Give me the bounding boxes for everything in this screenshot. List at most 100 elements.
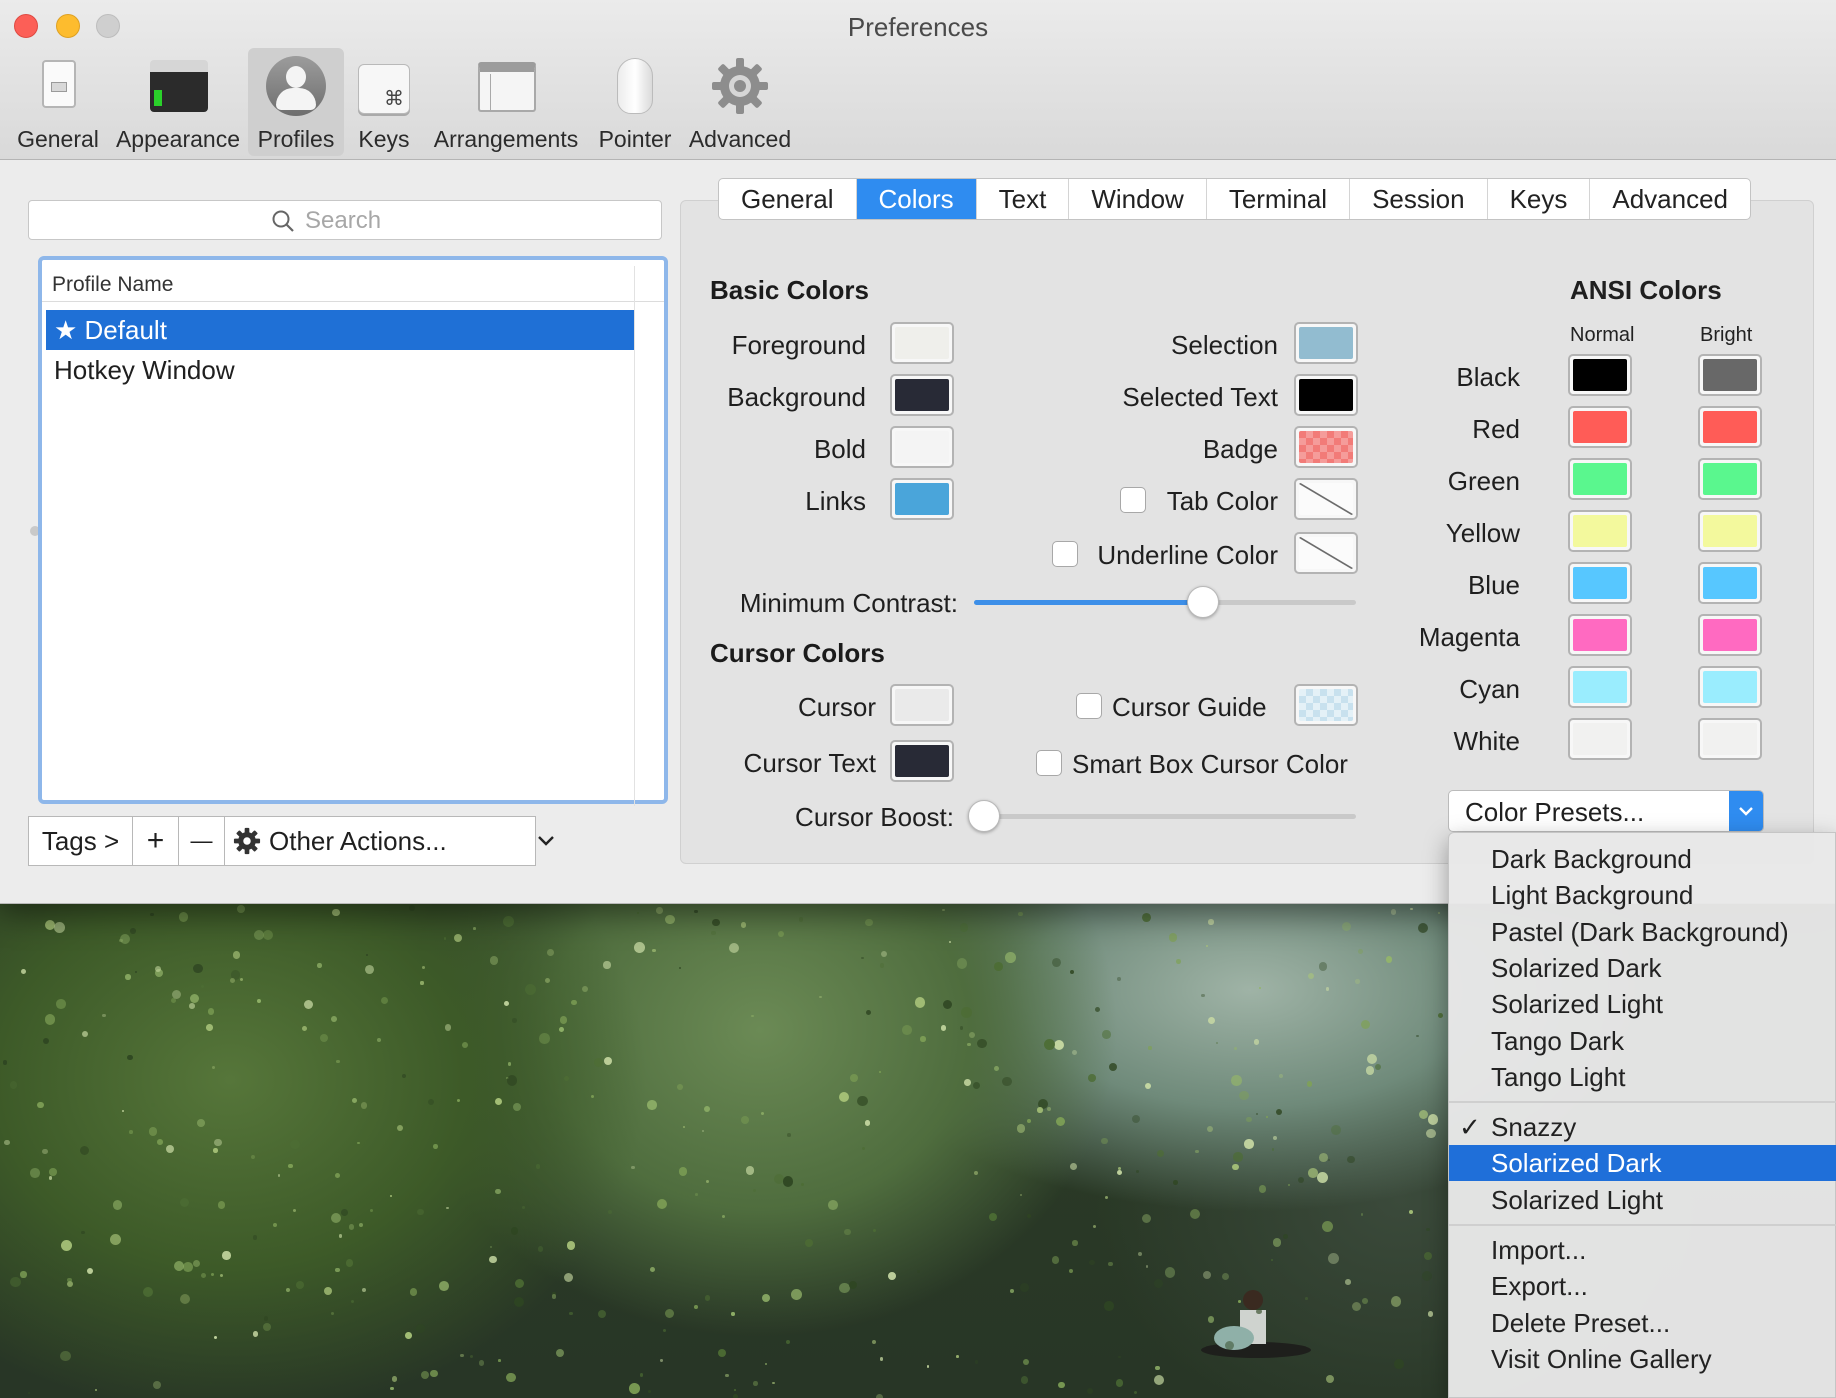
tab-text[interactable]: Text (977, 179, 1070, 219)
ansi-yellow-bright-color-well[interactable] (1698, 510, 1762, 552)
ansi-yellow-label: Yellow (1445, 518, 1520, 548)
toolbar-pointer[interactable]: Pointer (594, 48, 676, 156)
basic-colors-heading: Basic Colors (710, 275, 869, 305)
tab-color-well[interactable] (1294, 478, 1358, 520)
badge-color-well[interactable] (1294, 426, 1358, 468)
selected-text-color-well[interactable] (1294, 374, 1358, 416)
ansi-white-bright-color-well[interactable] (1698, 718, 1762, 760)
ansi-magenta-label: Magenta (1418, 622, 1520, 652)
preset-item-tango-light[interactable]: Tango Light (1449, 1059, 1836, 1095)
ansi-black-label: Black (1456, 362, 1520, 392)
smart-box-cursor-label: Smart Box Cursor Color (1072, 749, 1348, 779)
remove-profile-button[interactable]: — (179, 817, 225, 865)
tab-keys[interactable]: Keys (1488, 179, 1591, 219)
selection-label: Selection (1171, 330, 1278, 360)
color-presets-menu: Dark Background Light Background Pastel (D… (1448, 832, 1836, 1398)
ansi-white-normal-color-well[interactable] (1568, 718, 1632, 760)
cursor-text-color-well[interactable] (890, 740, 954, 782)
ansi-blue-normal-color-well[interactable] (1568, 562, 1632, 604)
ansi-blue-bright-color-well[interactable] (1698, 562, 1762, 604)
bold-color-well[interactable] (890, 426, 954, 468)
cursor-color-well[interactable] (890, 684, 954, 726)
preset-item-solarized-light[interactable]: Solarized Light (1449, 986, 1836, 1022)
cursor-boost-knob[interactable] (968, 800, 1000, 832)
minimum-contrast-slider[interactable] (974, 600, 1356, 605)
links-color-well[interactable] (890, 478, 954, 520)
profile-list[interactable]: Profile Name ★ Default Hotkey Window (38, 256, 668, 806)
ansi-red-normal-color-well[interactable] (1568, 406, 1632, 448)
cursor-guide-color-well[interactable] (1294, 684, 1358, 726)
person-icon (266, 56, 326, 118)
other-actions-dropdown[interactable]: Other Actions... (225, 817, 554, 865)
cursor-guide-checkbox[interactable] (1076, 693, 1102, 719)
underline-color-well[interactable] (1294, 532, 1358, 574)
background-color-well[interactable] (890, 374, 954, 416)
custom-preset-item-solarized-dark[interactable]: Solarized Dark (1449, 1145, 1836, 1182)
tab-window[interactable]: Window (1069, 179, 1207, 219)
tab-session[interactable]: Session (1350, 179, 1488, 219)
toolbar-arrangements[interactable]: Arrangements (430, 48, 582, 156)
ansi-magenta-normal-color-well[interactable] (1568, 614, 1632, 656)
preset-item-light-background[interactable]: Light Background (1449, 877, 1836, 913)
profile-row-default[interactable]: ★ Default (46, 310, 634, 350)
menu-item-import[interactable]: Import... (1449, 1232, 1836, 1268)
checkmark-icon: ✓ (1459, 1112, 1481, 1143)
menu-separator (1449, 1224, 1836, 1226)
links-label: Links (805, 486, 866, 516)
cursor-boost-label: Cursor Boost: (795, 802, 954, 832)
toolbar-general[interactable]: General (6, 48, 110, 156)
ansi-green-bright-color-well[interactable] (1698, 458, 1762, 500)
tab-terminal[interactable]: Terminal (1207, 179, 1351, 219)
toolbar-profiles[interactable]: Profiles (248, 48, 344, 156)
search-placeholder: Search (305, 207, 382, 234)
ansi-yellow-normal-color-well[interactable] (1568, 510, 1632, 552)
ansi-black-bright-color-well[interactable] (1698, 354, 1762, 396)
preset-item-dark-background[interactable]: Dark Background (1449, 841, 1836, 877)
tags-button[interactable]: Tags > (29, 817, 133, 865)
custom-preset-item-solarized-light[interactable]: Solarized Light (1449, 1182, 1836, 1218)
ansi-cyan-bright-color-well[interactable] (1698, 666, 1762, 708)
underline-color-checkbox[interactable] (1052, 541, 1078, 567)
windows-icon (476, 56, 536, 118)
ansi-black-normal-color-well[interactable] (1568, 354, 1632, 396)
ansi-red-bright-color-well[interactable] (1698, 406, 1762, 448)
selection-color-well[interactable] (1294, 322, 1358, 364)
foreground-color-well[interactable] (890, 322, 954, 364)
tab-color-checkbox[interactable] (1120, 487, 1146, 513)
ansi-white-label: White (1453, 726, 1520, 756)
smart-box-cursor-checkbox[interactable] (1036, 750, 1062, 776)
profile-actions-bar: Tags > + — Other Actions... (28, 816, 554, 866)
profile-row-hotkey-window[interactable]: Hotkey Window (46, 350, 634, 390)
cursor-boost-slider[interactable] (984, 814, 1356, 819)
bold-label: Bold (813, 434, 866, 464)
menu-item-visit-online-gallery[interactable]: Visit Online Gallery (1449, 1341, 1836, 1377)
cursor-text-label: Cursor Text (743, 748, 876, 778)
chevron-down-icon (538, 836, 554, 846)
preset-item-solarized-dark[interactable]: Solarized Dark (1449, 950, 1836, 986)
ansi-red-label: Red (1472, 414, 1520, 444)
add-profile-button[interactable]: + (133, 817, 179, 865)
ansi-green-normal-color-well[interactable] (1568, 458, 1632, 500)
preset-item-tango-dark[interactable]: Tango Dark (1449, 1023, 1836, 1059)
menu-item-delete-preset[interactable]: Delete Preset... (1449, 1305, 1836, 1341)
toolbar-advanced[interactable]: Advanced (686, 48, 794, 156)
mouse-icon (605, 56, 665, 118)
color-presets-dropdown[interactable]: Color Presets... (1448, 790, 1764, 832)
cursor-label: Cursor (797, 692, 876, 722)
ansi-cyan-normal-color-well[interactable] (1568, 666, 1632, 708)
menu-separator (1449, 1101, 1836, 1104)
toolbar-keys[interactable]: ⌘ Keys (352, 48, 416, 156)
titlebar: Preferences General Appearance Profiles (0, 0, 1836, 160)
profile-search-input[interactable]: Search (28, 200, 662, 240)
ansi-magenta-bright-color-well[interactable] (1698, 614, 1762, 656)
tab-advanced[interactable]: Advanced (1590, 179, 1750, 219)
tab-general[interactable]: General (719, 179, 857, 219)
toolbar-appearance[interactable]: Appearance (110, 48, 246, 156)
preset-item-pastel-dark-background[interactable]: Pastel (Dark Background) (1449, 914, 1836, 950)
custom-preset-item-snazzy[interactable]: ✓ Snazzy (1449, 1109, 1836, 1145)
menu-item-export[interactable]: Export... (1449, 1268, 1836, 1304)
ansi-bright-header: Bright (1700, 324, 1753, 346)
tab-colors[interactable]: Colors (856, 179, 977, 219)
profile-list-header[interactable]: Profile Name (42, 266, 664, 806)
minimum-contrast-knob[interactable] (1187, 586, 1220, 618)
